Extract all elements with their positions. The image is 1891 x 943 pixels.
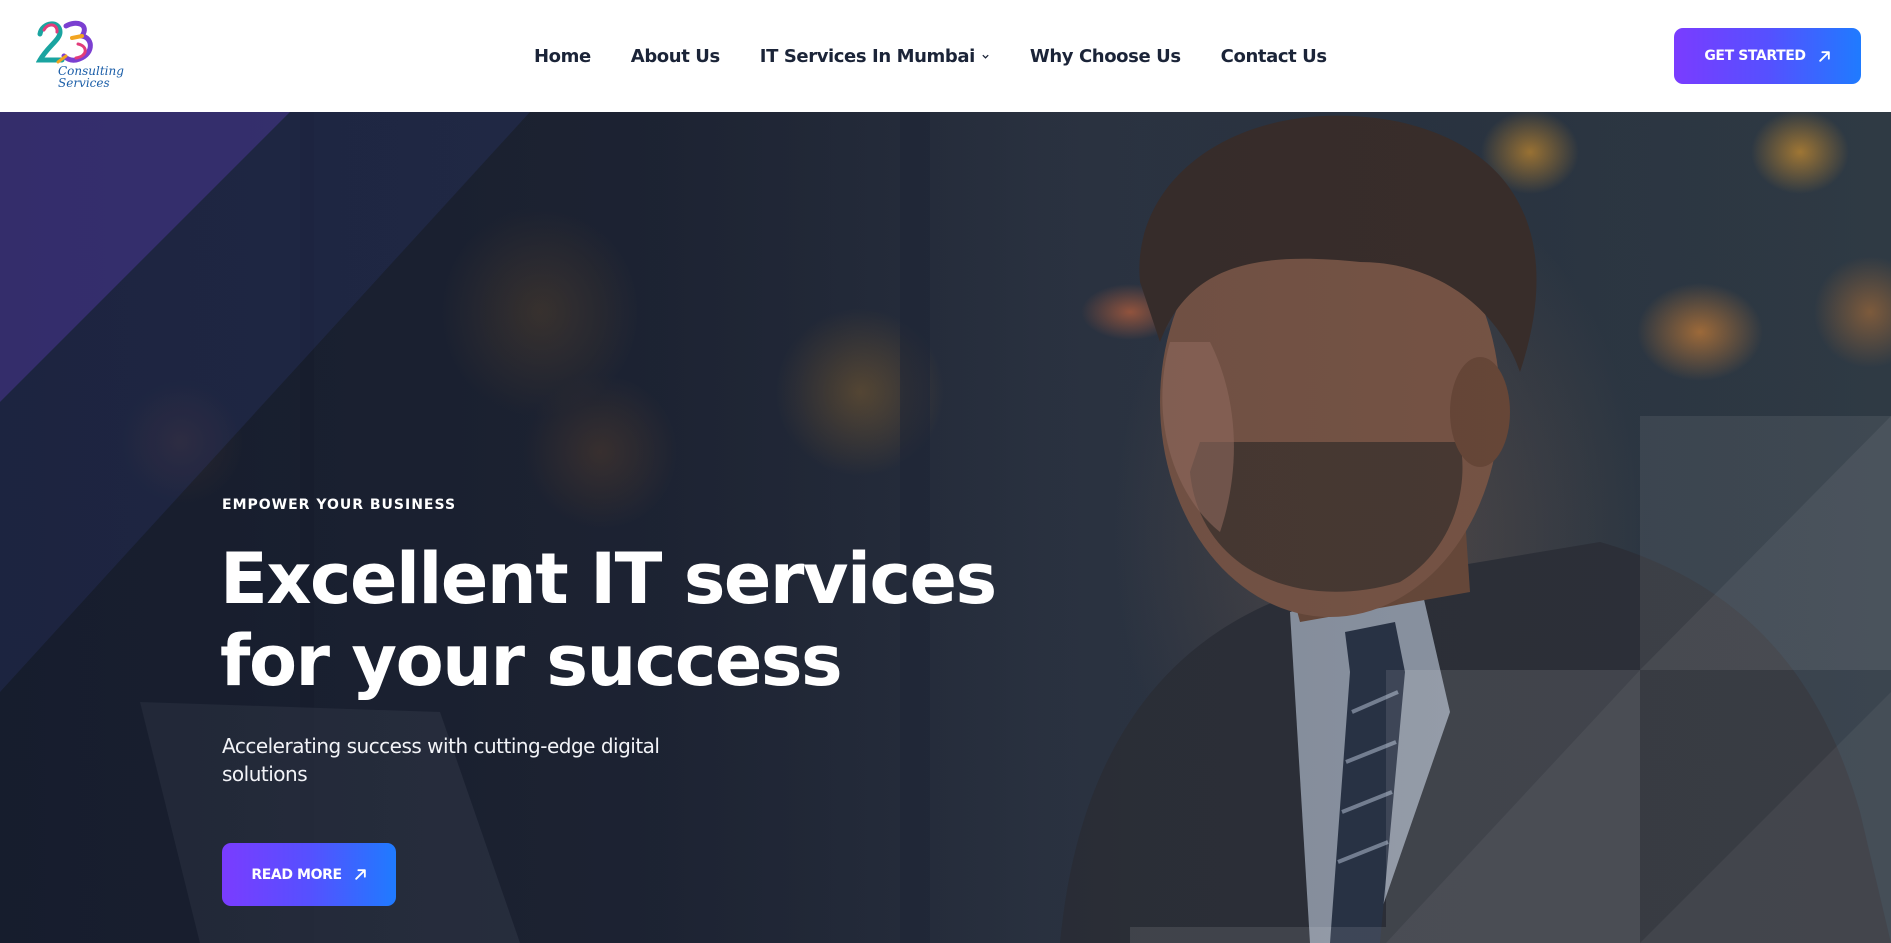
read-more-button[interactable]: READ MORE <box>222 843 396 906</box>
hero-subtext: Accelerating success with cutting-edge d… <box>222 734 660 786</box>
chevron-down-icon <box>982 54 989 59</box>
get-started-button[interactable]: GET STARTED <box>1674 28 1861 84</box>
nav-item-label: Home <box>534 45 591 67</box>
nav-item-label: About Us <box>630 45 720 67</box>
nav-item-label: Why Choose Us <box>1029 45 1181 67</box>
decorative-shapes <box>0 112 1891 943</box>
nav-item-contact-us[interactable]: Contact Us <box>1221 46 1327 67</box>
nav-item-label: IT Services In Mumbai <box>759 45 976 67</box>
site-header: Consulting Services Home About Us IT Ser… <box>0 0 1891 112</box>
hero-headline-line2: for your success <box>220 620 843 702</box>
nav-item-why-choose-us[interactable]: Why Choose Us <box>1030 46 1181 67</box>
arrow-up-right-icon <box>1818 50 1830 62</box>
hero-headline: Excellent IT services for your success <box>220 538 1040 702</box>
arrow-up-right-icon <box>354 869 366 880</box>
get-started-label: GET STARTED <box>1704 48 1806 64</box>
nav-item-about-us[interactable]: About Us <box>631 46 720 67</box>
hero-eyebrow: EMPOWER YOUR BUSINESS <box>222 497 457 513</box>
nav-item-label: Contact Us <box>1220 45 1327 67</box>
nav-item-it-services[interactable]: IT Services In Mumbai <box>760 46 990 67</box>
nav-item-home[interactable]: Home <box>534 46 591 67</box>
hero-section: EMPOWER YOUR BUSINESS Excellent IT servi… <box>0 112 1891 943</box>
logo-text-line2: Services <box>58 76 110 90</box>
hero-headline-line1: Excellent IT services <box>220 538 997 620</box>
read-more-label: READ MORE <box>251 866 342 883</box>
logo[interactable]: Consulting Services <box>36 16 126 92</box>
main-nav: Home About Us IT Services In Mumbai Why … <box>534 42 1327 70</box>
